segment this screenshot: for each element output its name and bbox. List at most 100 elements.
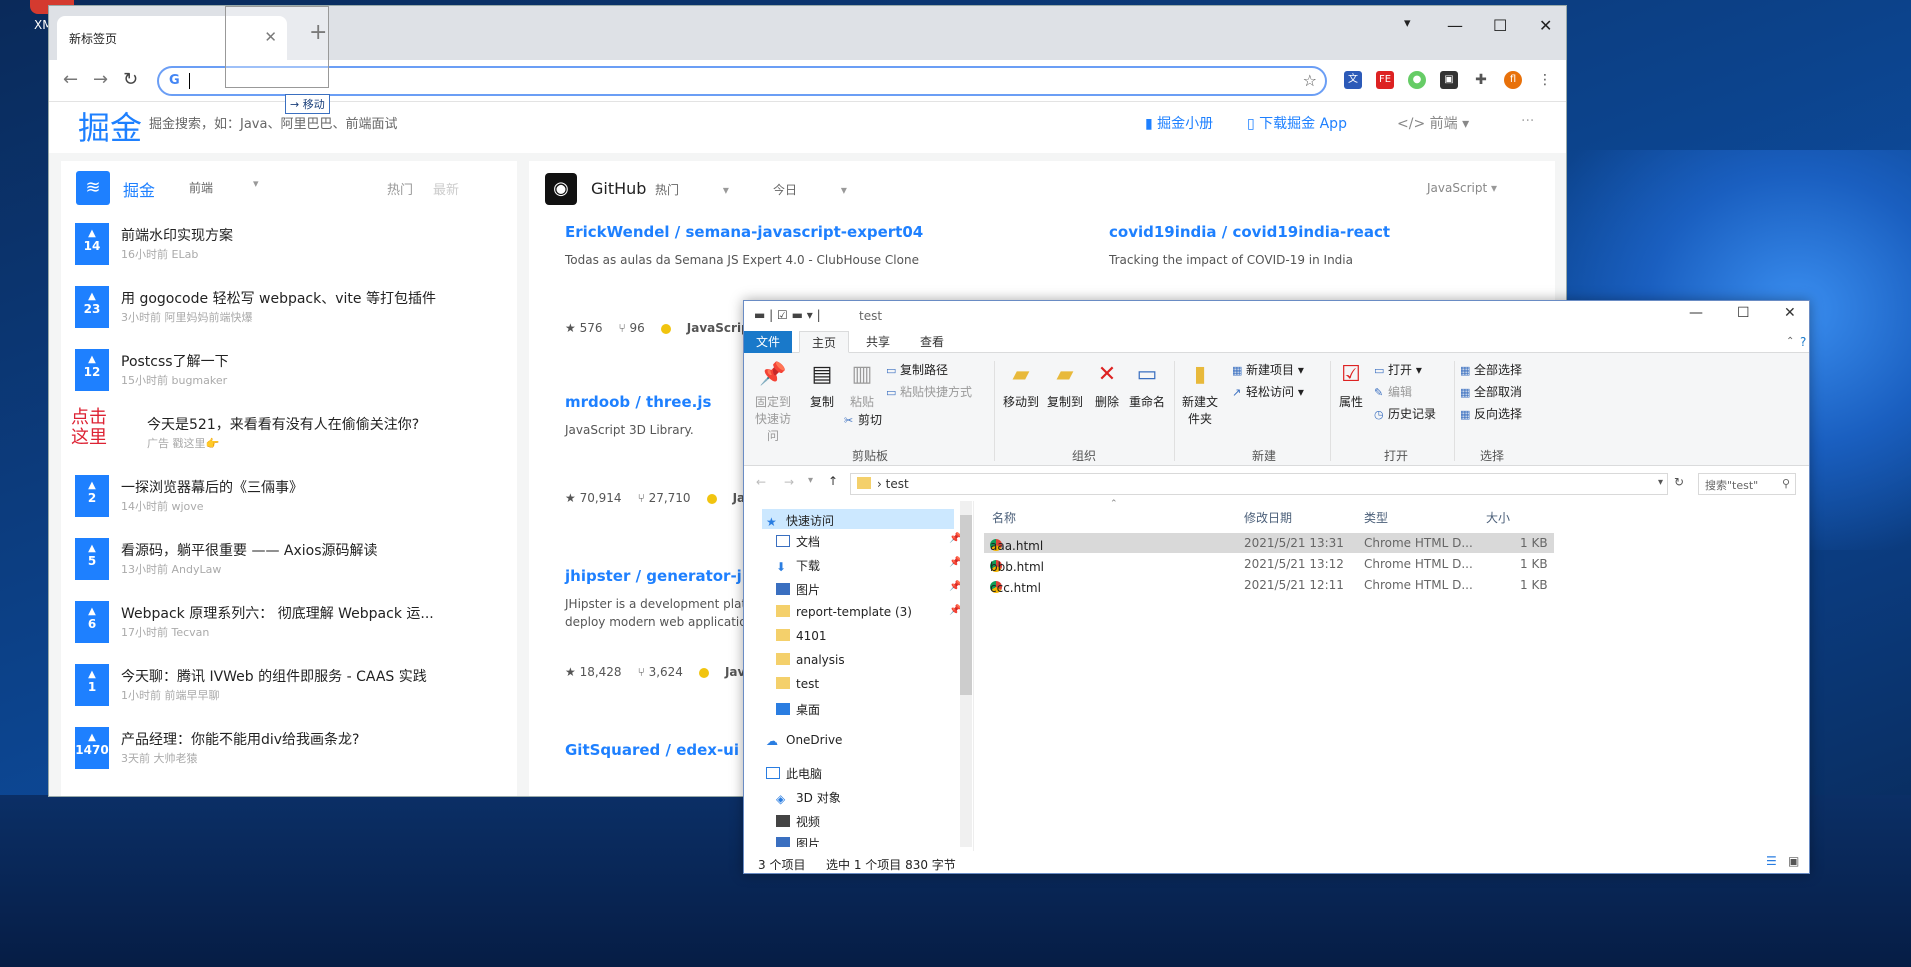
- delete-button[interactable]: ✕ 删除: [1092, 361, 1122, 410]
- article-title[interactable]: 用 gogocode 轻松写 webpack、vite 等打包插件: [121, 288, 506, 308]
- upvote-button[interactable]: ▲ 5: [75, 538, 109, 580]
- tab-search-icon[interactable]: ▾: [1404, 16, 1411, 31]
- cut-button[interactable]: ✂ 剪切: [844, 411, 882, 428]
- upvote-button[interactable]: ▲ 12: [75, 349, 109, 391]
- close-button[interactable]: ✕: [1784, 305, 1796, 321]
- download-app-link[interactable]: ▯ 下载掘金 App: [1247, 113, 1347, 133]
- repo-card[interactable]: ErickWendel / semana-javascript-expert04…: [565, 223, 985, 335]
- article-title[interactable]: 今天聊：腾讯 IVWeb 的组件即服务 - CAAS 实践: [121, 666, 506, 686]
- list-item[interactable]: ▲ 12 Postcss了解一下 15小时前 bugmaker: [61, 345, 517, 408]
- github-source-name[interactable]: GitHub: [591, 179, 646, 198]
- juejin-booklet-link[interactable]: ▮ 掘金小册: [1145, 113, 1213, 133]
- nav-scrollbar[interactable]: [960, 501, 972, 847]
- nav-item-report-template[interactable]: report-template (3): [776, 605, 912, 619]
- nav-item-pictures[interactable]: 图片: [776, 581, 820, 598]
- article-title[interactable]: Postcss了解一下: [121, 351, 506, 371]
- tab-latest[interactable]: 最新: [433, 179, 459, 198]
- forward-icon[interactable]: →: [784, 475, 794, 489]
- refresh-icon[interactable]: ↻: [1674, 475, 1684, 489]
- select-all-button[interactable]: ▦ 全部选择: [1460, 361, 1522, 378]
- invert-selection-button[interactable]: ▦ 反向选择: [1460, 405, 1522, 422]
- maximize-button[interactable]: ☐: [1737, 305, 1750, 321]
- tab-file[interactable]: 文件: [744, 331, 793, 353]
- github-period-select[interactable]: 今日 ▾: [773, 181, 847, 198]
- tab-hot[interactable]: 热门: [387, 179, 413, 198]
- nav-item-downloads[interactable]: ⬇ 下载: [776, 557, 820, 574]
- explorer-address-bar[interactable]: › test ▾: [850, 473, 1668, 495]
- maximize-button[interactable]: ☐: [1493, 16, 1507, 35]
- list-item[interactable]: ▲ 5 看源码，躺平很重要 —— Axios源码解读 13小时前 AndyLaw: [61, 534, 517, 597]
- move-to-button[interactable]: ▰ 移动到: [1000, 361, 1042, 410]
- feed-source-name[interactable]: 掘金: [123, 177, 155, 201]
- nav-item-test[interactable]: test: [776, 677, 819, 691]
- list-item[interactable]: ▲ 1 今天聊：腾讯 IVWeb 的组件即服务 - CAAS 实践 1小时前 前端早早…: [61, 660, 517, 723]
- repo-name[interactable]: ErickWendel / semana-javascript-expert04: [565, 223, 985, 241]
- nav-item-quick-access[interactable]: ★ 快速访问: [762, 509, 954, 529]
- copy-button[interactable]: ▤ 复制: [804, 361, 840, 410]
- file-row[interactable]: bbb.html 2021/5/21 13:12 Chrome HTML D..…: [984, 554, 1554, 574]
- header-category-select[interactable]: </> 前端 ▾: [1397, 113, 1469, 133]
- file-row[interactable]: ccc.html 2021/5/21 12:11 Chrome HTML D..…: [984, 575, 1554, 595]
- column-header-size[interactable]: 大小: [1486, 509, 1510, 526]
- back-icon[interactable]: ←: [63, 69, 78, 90]
- article-title[interactable]: 前端水印实现方案: [121, 225, 506, 245]
- repo-card[interactable]: covid19india / covid19india-react Tracki…: [1109, 223, 1529, 269]
- nav-item-this-pc[interactable]: 此电脑: [766, 765, 822, 782]
- upvote-button[interactable]: ▲ 1: [75, 664, 109, 706]
- tab-home[interactable]: 主页: [799, 331, 850, 353]
- column-header-name[interactable]: 名称: [992, 509, 1016, 526]
- article-title[interactable]: Webpack 原理系列六： 彻底理解 Webpack 运...: [121, 603, 506, 623]
- open-button[interactable]: ▭ 打开 ▾: [1374, 361, 1422, 378]
- profile-avatar[interactable]: fl: [1504, 71, 1522, 89]
- easy-access-button[interactable]: ↗ 轻松访问 ▾: [1232, 383, 1304, 400]
- explorer-search-input[interactable]: 搜索"test" ⚲: [1698, 473, 1796, 495]
- more-menu-icon[interactable]: ⋮: [1536, 71, 1554, 89]
- green-extension-icon[interactable]: ●: [1408, 71, 1426, 89]
- close-button[interactable]: ✕: [1539, 16, 1552, 35]
- breadcrumb[interactable]: › test: [877, 477, 909, 491]
- list-item[interactable]: ▲ 23 用 gogocode 轻松写 webpack、vite 等打包插件 3小时前…: [61, 282, 517, 345]
- image-extension-icon[interactable]: ▣: [1440, 71, 1458, 89]
- nav-item-desktop[interactable]: 桌面: [776, 701, 820, 718]
- properties-button[interactable]: ☑ 属性: [1336, 361, 1366, 410]
- paste-shortcut-button[interactable]: ▭ 粘贴快捷方式: [886, 383, 972, 400]
- address-dropdown-icon[interactable]: ▾: [1658, 477, 1663, 488]
- pin-quick-access-button[interactable]: 📌 固定到快速访问: [750, 361, 796, 444]
- address-bar[interactable]: G ☆: [157, 66, 1327, 96]
- select-none-button[interactable]: ▦ 全部取消: [1460, 383, 1522, 400]
- github-sort-select[interactable]: 热门 ▾: [655, 181, 729, 198]
- github-language-select[interactable]: JavaScript ▾: [1427, 181, 1497, 195]
- repo-name[interactable]: covid19india / covid19india-react: [1109, 223, 1529, 241]
- nav-item-4101[interactable]: 4101: [776, 629, 827, 643]
- rename-button[interactable]: ▭ 重命名: [1126, 361, 1168, 410]
- new-folder-button[interactable]: ▮ 新建文件夹: [1180, 361, 1220, 427]
- list-item[interactable]: ▲ 6 Webpack 原理系列六： 彻底理解 Webpack 运... 17小时前 …: [61, 597, 517, 660]
- copy-path-button[interactable]: ▭ 复制路径: [886, 361, 948, 378]
- upvote-button[interactable]: ▲ 23: [75, 286, 109, 328]
- juejin-search-input[interactable]: 掘金搜索，如：Java、阿里巴巴、前端面试: [149, 113, 397, 132]
- nav-item-videos[interactable]: 视频: [776, 813, 820, 830]
- quick-access-toolbar[interactable]: ▬ | ☑ ▬ ▾ |: [754, 308, 821, 322]
- minimize-button[interactable]: —: [1689, 305, 1703, 321]
- ad-item[interactable]: 点击这里 今天是521，来看看有没有人在偷偷关注你? 广告 戳这里👉: [61, 408, 517, 471]
- forward-icon[interactable]: →: [93, 69, 108, 90]
- article-title[interactable]: 一探浏览器幕后的《三倆事》: [121, 477, 506, 497]
- column-header-type[interactable]: 类型: [1364, 509, 1388, 526]
- upvote-button[interactable]: ▲ 2: [75, 475, 109, 517]
- extensions-puzzle-icon[interactable]: ✚: [1472, 71, 1490, 89]
- scrollbar-thumb[interactable]: [960, 515, 972, 695]
- nav-item-pictures-pc[interactable]: 图片: [776, 835, 820, 847]
- upvote-button[interactable]: ▲ 1470: [75, 727, 109, 769]
- list-item[interactable]: ▲ 14 前端水印实现方案 16小时前 ELab: [61, 219, 517, 282]
- nav-item-3d-objects[interactable]: ◈ 3D 对象: [776, 789, 841, 806]
- edit-button[interactable]: ✎ 编辑: [1374, 383, 1412, 400]
- feed-category-select[interactable]: 前端: [189, 179, 213, 196]
- nav-item-onedrive[interactable]: ☁ OneDrive: [766, 733, 842, 748]
- large-icons-view-icon[interactable]: ▣: [1788, 854, 1799, 868]
- tab-view[interactable]: 查看: [908, 331, 956, 353]
- fe-extension-icon[interactable]: FE: [1376, 71, 1394, 89]
- list-item[interactable]: ▲ 2 一探浏览器幕后的《三倆事》 14小时前 wjove: [61, 471, 517, 534]
- help-icon[interactable]: ?: [1788, 331, 1809, 353]
- history-button[interactable]: ◷ 历史记录: [1374, 405, 1436, 422]
- recent-locations-icon[interactable]: ▾: [808, 475, 813, 486]
